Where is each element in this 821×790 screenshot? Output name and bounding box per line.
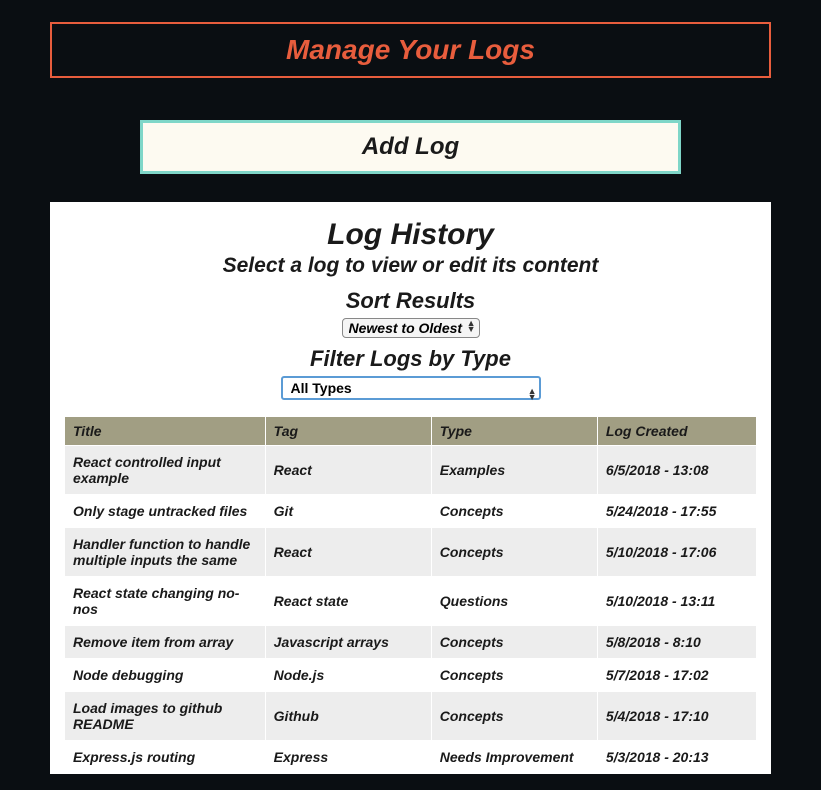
cell-title: Handler function to handle multiple inpu… (65, 528, 266, 577)
add-log-label: Add Log (362, 133, 459, 160)
cell-type: Concepts (431, 626, 597, 659)
table-row[interactable]: Express.js routing Express Needs Improve… (65, 741, 757, 774)
cell-type: Concepts (431, 528, 597, 577)
cell-type: Concepts (431, 495, 597, 528)
cell-created: 5/3/2018 - 20:13 (597, 741, 756, 774)
cell-type: Concepts (431, 692, 597, 741)
col-header-created: Log Created (597, 417, 756, 446)
table-row[interactable]: Load images to github README Github Conc… (65, 692, 757, 741)
page-title: Manage Your Logs (52, 34, 769, 66)
log-history-panel: Log History Select a log to view or edit… (50, 202, 771, 774)
col-header-type: Type (431, 417, 597, 446)
cell-tag: Node.js (265, 659, 431, 692)
cell-type: Needs Improvement (431, 741, 597, 774)
cell-tag: Express (265, 741, 431, 774)
log-table: Title Tag Type Log Created React control… (64, 416, 757, 774)
cell-tag: Git (265, 495, 431, 528)
table-header-row: Title Tag Type Log Created (65, 417, 757, 446)
cell-title: Remove item from array (65, 626, 266, 659)
cell-created: 5/8/2018 - 8:10 (597, 626, 756, 659)
cell-title: Only stage untracked files (65, 495, 266, 528)
sort-select[interactable]: Newest to Oldest (342, 318, 480, 338)
sort-select-wrap: Newest to Oldest ▲▼ (342, 314, 480, 338)
filter-select-wrap: All Types ▲▼ (281, 372, 541, 416)
cell-created: 5/10/2018 - 17:06 (597, 528, 756, 577)
cell-title: Node debugging (65, 659, 266, 692)
cell-title: Load images to github README (65, 692, 266, 741)
cell-tag: React state (265, 577, 431, 626)
history-subtitle: Select a log to view or edit its content (64, 254, 757, 278)
cell-created: 5/4/2018 - 17:10 (597, 692, 756, 741)
col-header-title: Title (65, 417, 266, 446)
cell-title: React controlled input example (65, 446, 266, 495)
cell-title: React state changing no-nos (65, 577, 266, 626)
cell-created: 6/5/2018 - 13:08 (597, 446, 756, 495)
cell-tag: React (265, 528, 431, 577)
cell-created: 5/7/2018 - 17:02 (597, 659, 756, 692)
cell-tag: Javascript arrays (265, 626, 431, 659)
table-row[interactable]: Node debugging Node.js Concepts 5/7/2018… (65, 659, 757, 692)
cell-tag: Github (265, 692, 431, 741)
cell-created: 5/10/2018 - 13:11 (597, 577, 756, 626)
table-row[interactable]: React state changing no-nos React state … (65, 577, 757, 626)
cell-type: Concepts (431, 659, 597, 692)
log-table-body: React controlled input example React Exa… (65, 446, 757, 774)
add-log-button[interactable]: Add Log (140, 120, 681, 174)
sort-results-label: Sort Results (64, 288, 757, 314)
table-row[interactable]: Handler function to handle multiple inpu… (65, 528, 757, 577)
col-header-tag: Tag (265, 417, 431, 446)
table-row[interactable]: Only stage untracked files Git Concepts … (65, 495, 757, 528)
page-title-box: Manage Your Logs (50, 22, 771, 78)
history-header: Log History Select a log to view or edit… (64, 218, 757, 416)
cell-type: Questions (431, 577, 597, 626)
cell-type: Examples (431, 446, 597, 495)
history-title: Log History (64, 218, 757, 252)
cell-tag: React (265, 446, 431, 495)
filter-label: Filter Logs by Type (64, 346, 757, 372)
table-row[interactable]: React controlled input example React Exa… (65, 446, 757, 495)
table-row[interactable]: Remove item from array Javascript arrays… (65, 626, 757, 659)
cell-created: 5/24/2018 - 17:55 (597, 495, 756, 528)
filter-select[interactable]: All Types (281, 376, 541, 400)
cell-title: Express.js routing (65, 741, 266, 774)
